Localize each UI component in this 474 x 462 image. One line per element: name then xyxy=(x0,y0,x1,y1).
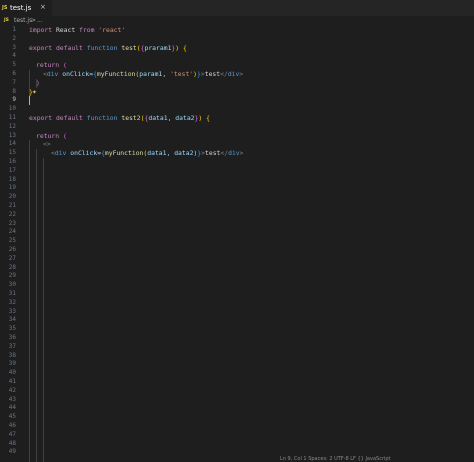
line-number: 24 xyxy=(8,228,16,236)
line-number: 32 xyxy=(8,298,16,306)
line-number: 49 xyxy=(8,448,16,456)
breadcrumb: JS test.js > ... xyxy=(0,16,474,26)
line-number: 3 xyxy=(12,43,16,51)
indent-guide xyxy=(29,140,30,462)
status-bar[interactable]: Ln 9, Col 1 Spaces: 2 UTF-8 LF {} JavaSc… xyxy=(280,456,474,462)
code-line-13: return ( xyxy=(36,131,67,140)
line-number: 8 xyxy=(12,87,16,95)
line-number: 16 xyxy=(8,158,16,165)
line-number: 27 xyxy=(8,254,16,262)
code-line-11: export default function test2({data1, da… xyxy=(29,114,210,122)
javascript-file-icon: JS xyxy=(4,18,9,23)
line-number: 25 xyxy=(8,237,16,245)
line-number: 35 xyxy=(8,325,16,333)
line-number: 15 xyxy=(8,149,16,157)
breadcrumb-symbols[interactable]: ... xyxy=(37,17,43,24)
tab-bar: JS test.js × xyxy=(0,0,474,16)
line-number: 19 xyxy=(8,184,16,192)
line-number: 18 xyxy=(8,175,16,183)
indent-guide xyxy=(36,149,37,462)
line-number: 5 xyxy=(12,61,16,69)
line-number: 14 xyxy=(8,140,16,148)
line-number: 9 xyxy=(12,96,16,104)
line-number: 7 xyxy=(12,78,16,86)
line-number: 45 xyxy=(8,413,16,421)
line-number: 1 xyxy=(12,26,16,33)
javascript-file-icon: JS xyxy=(2,5,8,11)
line-number: 29 xyxy=(8,272,16,280)
line-number: 22 xyxy=(8,210,16,218)
line-number: 31 xyxy=(8,290,16,297)
breadcrumb-separator: > xyxy=(31,17,37,24)
line-number: 10 xyxy=(8,105,16,113)
text-cursor xyxy=(29,96,30,106)
line-number: 6 xyxy=(12,70,16,77)
line-number: 26 xyxy=(8,246,16,253)
line-number: 47 xyxy=(8,430,16,438)
line-number: 38 xyxy=(8,351,16,359)
tab-label: test.js xyxy=(10,4,32,12)
code-line-14: <> xyxy=(43,140,51,149)
sparkle-icon[interactable]: ✦ xyxy=(32,87,37,96)
line-number: 36 xyxy=(8,334,16,341)
code-line-6: <div onClick={myFunction(param1, 'test')… xyxy=(43,70,244,78)
line-number: 28 xyxy=(8,263,16,271)
line-number: 37 xyxy=(8,342,16,350)
tab-test-js[interactable]: JS test.js × xyxy=(0,0,52,16)
line-number: 21 xyxy=(8,202,16,209)
line-number: 20 xyxy=(8,193,16,201)
line-number: 30 xyxy=(8,281,16,289)
code-line-3: export default function test({praram1}) … xyxy=(29,43,187,52)
line-number: 34 xyxy=(8,316,16,324)
line-number: 12 xyxy=(8,122,16,130)
line-number: 17 xyxy=(8,166,16,174)
line-number: 43 xyxy=(8,395,16,403)
line-number: 39 xyxy=(8,360,16,368)
breadcrumb-file[interactable]: test.js xyxy=(14,17,32,24)
close-icon[interactable]: × xyxy=(40,3,46,11)
line-number: 2 xyxy=(12,34,16,42)
line-number: 44 xyxy=(8,404,16,412)
indent-guide xyxy=(43,158,44,462)
line-number: 46 xyxy=(8,422,16,429)
line-number: 48 xyxy=(8,439,16,447)
code-line-1: import React from 'react' xyxy=(29,26,126,34)
line-number: 33 xyxy=(8,307,16,315)
code-line-5: return ( xyxy=(36,61,67,70)
line-number: 23 xyxy=(8,219,16,227)
line-number: 13 xyxy=(8,131,16,139)
line-number: 41 xyxy=(8,378,16,385)
line-number: 4 xyxy=(12,52,16,60)
line-number: 42 xyxy=(8,386,16,394)
line-number: 40 xyxy=(8,369,16,377)
code-line-15: <div onClick={myFunction(data1, data2)}>… xyxy=(51,149,244,158)
line-number: 11 xyxy=(8,114,16,121)
code-editor[interactable]: 1 2 3 4 5 6 7 8 9 10 11 12 13 14 15 16 17 18 19 20 21 22 23 24 2… xyxy=(0,26,474,462)
